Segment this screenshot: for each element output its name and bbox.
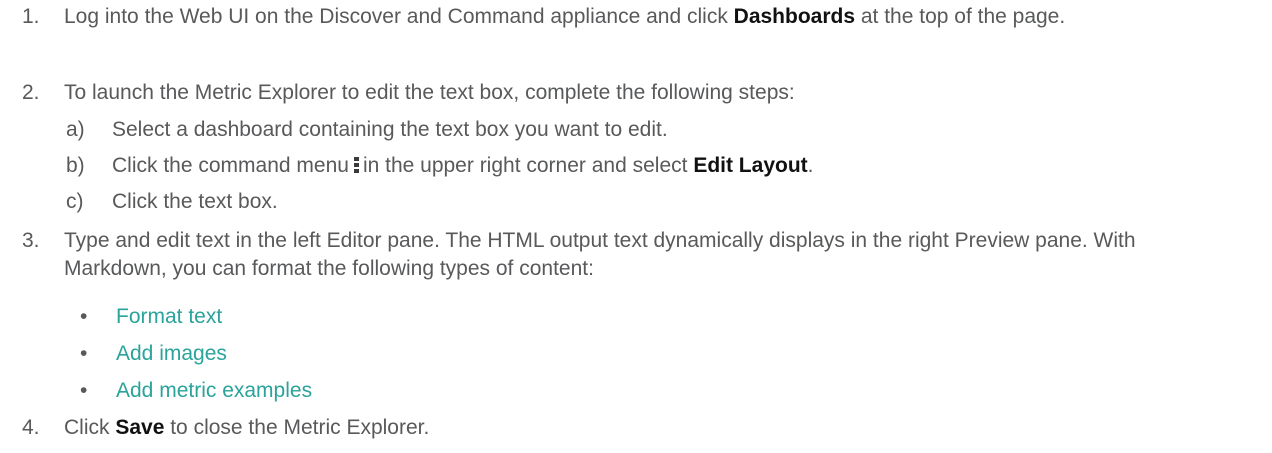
save-term: Save — [115, 416, 165, 439]
step-number: 4. — [22, 416, 40, 439]
bullet-item: • Format text — [0, 303, 222, 331]
step-text: Log into the Web UI on the Discover and … — [64, 3, 1254, 31]
add-images-link[interactable]: Add images — [116, 342, 227, 365]
substep-c: c) Click the text box. — [0, 188, 278, 216]
substep-a: a) Select a dashboard containing the tex… — [0, 116, 668, 144]
step-1-text-post: at the top of the page. — [855, 5, 1066, 28]
format-text-link[interactable]: Format text — [116, 305, 222, 328]
bullet-icon: • — [80, 379, 88, 402]
substep-text: Select a dashboard containing the text b… — [112, 118, 668, 141]
bullet-item: • Add images — [0, 340, 227, 368]
step-text: Type and edit text in the left Editor pa… — [64, 229, 1136, 280]
step-3: 3. Type and edit text in the left Editor… — [0, 227, 1184, 283]
substep-b: b) Click the command menu in the upper ri… — [0, 152, 814, 180]
step-2: 2. To launch the Metric Explorer to edit… — [0, 79, 1254, 107]
step-text: To launch the Metric Explorer to edit th… — [64, 81, 795, 104]
bullet-icon: • — [80, 305, 88, 328]
step-4: 4. Click Save to close the Metric Explor… — [0, 414, 1254, 442]
bullet-icon: • — [80, 342, 88, 365]
add-metric-examples-link[interactable]: Add metric examples — [116, 379, 312, 402]
step-4-text-pre: Click — [64, 416, 116, 439]
edit-layout-term: Edit Layout — [693, 154, 808, 177]
dashboards-term: Dashboards — [733, 5, 856, 28]
step-number: 2. — [22, 81, 40, 104]
substep-text-post: . — [807, 154, 814, 177]
step-number: 1. — [22, 5, 40, 28]
substep-text-mid: in the upper right corner and select — [362, 154, 694, 177]
step-4-text-post: to close the Metric Explorer. — [164, 416, 430, 439]
substep-letter: a) — [66, 118, 85, 141]
substep-letter: b) — [66, 154, 85, 177]
substep-text: Click the text box. — [112, 190, 278, 213]
vertical-ellipsis-icon — [353, 157, 359, 173]
substep-letter: c) — [66, 190, 84, 213]
substep-text-pre: Click the command menu — [112, 154, 349, 177]
step-text: Click Save to close the Metric Explorer. — [64, 414, 1254, 442]
step-1: 1. Log into the Web UI on the Discover a… — [0, 3, 1254, 31]
step-number: 3. — [22, 229, 40, 252]
step-1-text-pre: Log into the Web UI on the Discover and … — [64, 5, 734, 28]
bullet-item: • Add metric examples — [0, 377, 312, 405]
